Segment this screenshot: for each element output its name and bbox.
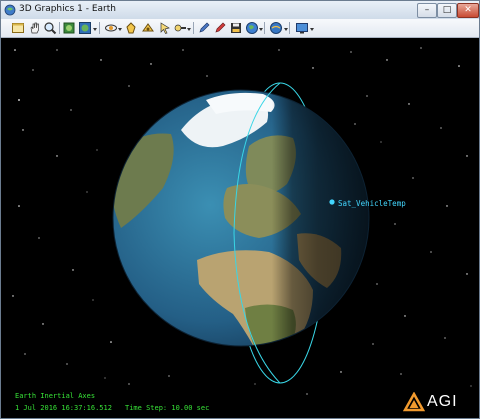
agi-logo-text: AGI <box>427 393 458 410</box>
app-icon <box>4 4 16 16</box>
view-icon[interactable] <box>11 21 25 35</box>
3d-viewport[interactable]: Sat_VehicleTemp Earth Inertial Axes 1 Ju… <box>1 38 479 418</box>
marker-icon[interactable] <box>213 21 227 35</box>
place-icon[interactable] <box>124 21 138 35</box>
pencil-icon[interactable] <box>197 21 211 35</box>
satellite-icon[interactable] <box>269 21 283 35</box>
title-bar[interactable]: 3D Graphics 1 - Earth – □ ✕ <box>1 1 479 19</box>
date-time-label: 1 Jul 2016 16:37:16.512 <box>15 404 112 412</box>
agi-logo-icon <box>402 391 426 412</box>
maximize-button[interactable]: □ <box>437 3 457 18</box>
agi-logo: AGI <box>402 391 473 412</box>
pan-hand-icon[interactable] <box>28 21 42 35</box>
minimize-icon: – <box>424 5 430 15</box>
scene-svg <box>12 47 472 395</box>
maximize-icon: □ <box>442 5 452 15</box>
screen-icon[interactable] <box>295 21 309 35</box>
zoom-icon[interactable] <box>43 21 57 35</box>
globe-view-icon[interactable] <box>78 21 92 35</box>
satellite-label[interactable]: Sat_VehicleTemp <box>338 199 406 208</box>
home-view-icon[interactable] <box>62 21 76 35</box>
earth-icon[interactable] <box>245 21 259 35</box>
spin-icon[interactable] <box>104 21 118 35</box>
earth-globe[interactable] <box>111 90 369 356</box>
pointer-icon[interactable] <box>158 21 172 35</box>
close-button[interactable]: ✕ <box>457 3 479 18</box>
measure-icon[interactable] <box>141 21 155 35</box>
save-icon[interactable] <box>229 21 243 35</box>
minimize-button[interactable]: – <box>417 3 437 18</box>
application-window: 3D Graphics 1 - Earth – □ ✕ Sat_VehicleT… <box>0 0 480 419</box>
close-icon: ✕ <box>464 5 472 15</box>
tool-icon[interactable] <box>173 21 187 35</box>
satellite-marker[interactable] <box>329 199 335 205</box>
axes-label: Earth Inertial Axes <box>15 392 96 400</box>
toolbar <box>1 19 479 38</box>
time-step-label: Time Step: 10.00 sec <box>125 404 210 412</box>
window-title: 3D Graphics 1 - Earth <box>19 4 116 14</box>
